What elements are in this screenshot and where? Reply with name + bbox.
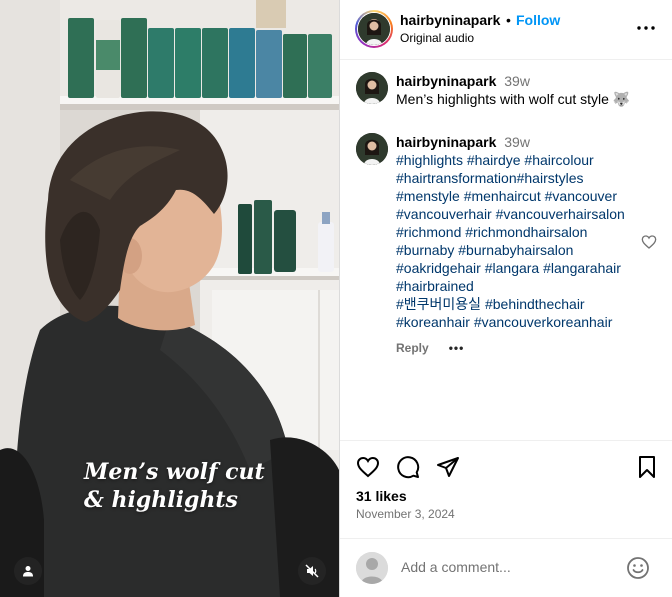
reply-button[interactable]: Reply bbox=[396, 339, 429, 357]
comment-timestamp[interactable]: 39w bbox=[504, 73, 530, 89]
follow-button[interactable]: Follow bbox=[516, 12, 560, 28]
overlay-caption-line-1: Men’s wolf cut bbox=[84, 459, 265, 485]
post-details-panel: hairbyninapark • Follow Original audio h… bbox=[339, 0, 672, 597]
more-horizontal-icon bbox=[637, 26, 655, 30]
hashtag-line[interactable]: #menstyle #menhaircut #vancouver bbox=[396, 187, 648, 205]
hashtag-line[interactable]: #richmond #richmondhairsalon bbox=[396, 223, 648, 241]
overlay-caption-line-2: & highlights bbox=[84, 487, 238, 513]
action-bar bbox=[340, 440, 672, 479]
bookmark-icon bbox=[639, 456, 655, 478]
save-button[interactable] bbox=[635, 455, 661, 481]
post-options-button[interactable] bbox=[634, 18, 658, 38]
likes-count[interactable]: 31 likes bbox=[356, 488, 407, 504]
hashtag-line[interactable]: #burnaby #burnabyhairsalon bbox=[396, 241, 648, 259]
hashtag-list: #highlights #hairdye #haircolour #hairtr… bbox=[396, 151, 648, 331]
comment-options-button[interactable]: ••• bbox=[449, 339, 465, 357]
emoji-button[interactable] bbox=[626, 556, 650, 585]
hashtag-line[interactable]: #koreanhair #vancouverkoreanhair bbox=[396, 313, 648, 331]
avatar[interactable] bbox=[356, 72, 388, 104]
heart-icon bbox=[641, 235, 657, 249]
comment-bubble-icon bbox=[397, 456, 420, 479]
like-button[interactable] bbox=[356, 455, 382, 481]
tagged-users-button[interactable] bbox=[14, 557, 42, 585]
comment-username[interactable]: hairbyninapark bbox=[396, 134, 496, 150]
story-ring[interactable] bbox=[355, 10, 393, 48]
speaker-muted-icon bbox=[305, 564, 319, 578]
hashtag-line[interactable]: #vancouverhair #vancouverhairsalon bbox=[396, 205, 648, 223]
comment-like-button[interactable] bbox=[641, 234, 657, 255]
hashtag-line[interactable]: #highlights #hairdye #haircolour bbox=[396, 151, 648, 169]
hashtag-line[interactable]: #oakridgehair #langara #langarahair bbox=[396, 259, 648, 277]
audio-link[interactable]: Original audio bbox=[400, 31, 474, 45]
comment-timestamp[interactable]: 39w bbox=[504, 134, 530, 150]
user-icon bbox=[23, 566, 33, 577]
comment-text: Men’s highlights with wolf cut style 🐺 bbox=[396, 91, 631, 107]
hashtag-line[interactable]: #hairtransformation#hairstyles bbox=[396, 169, 648, 187]
post-author-username[interactable]: hairbyninapark bbox=[400, 12, 500, 28]
comment-username[interactable]: hairbyninapark bbox=[396, 73, 496, 89]
comment-composer: Add a comment... bbox=[340, 538, 672, 597]
avatar bbox=[356, 552, 388, 584]
post-date[interactable]: November 3, 2024 bbox=[356, 507, 455, 521]
separator-dot: • bbox=[506, 12, 511, 28]
heart-icon bbox=[356, 456, 380, 478]
post-header: hairbyninapark • Follow Original audio bbox=[340, 0, 672, 60]
hashtag-line[interactable]: #hairbrained bbox=[396, 277, 648, 295]
paper-plane-icon bbox=[437, 457, 459, 477]
avatar[interactable] bbox=[356, 133, 388, 165]
post-media[interactable]: Men’s wolf cut & highlights bbox=[0, 0, 339, 597]
video-overlay-caption: Men’s wolf cut & highlights bbox=[84, 458, 334, 514]
share-button[interactable] bbox=[436, 455, 462, 481]
emoji-icon bbox=[627, 557, 649, 579]
hashtag-line[interactable]: #밴쿠버미용실 #behindthechair bbox=[396, 295, 648, 313]
comment-button[interactable] bbox=[396, 455, 422, 481]
mute-toggle-button[interactable] bbox=[298, 557, 326, 585]
avatar bbox=[358, 13, 390, 45]
comment-input[interactable]: Add a comment... bbox=[401, 559, 511, 575]
